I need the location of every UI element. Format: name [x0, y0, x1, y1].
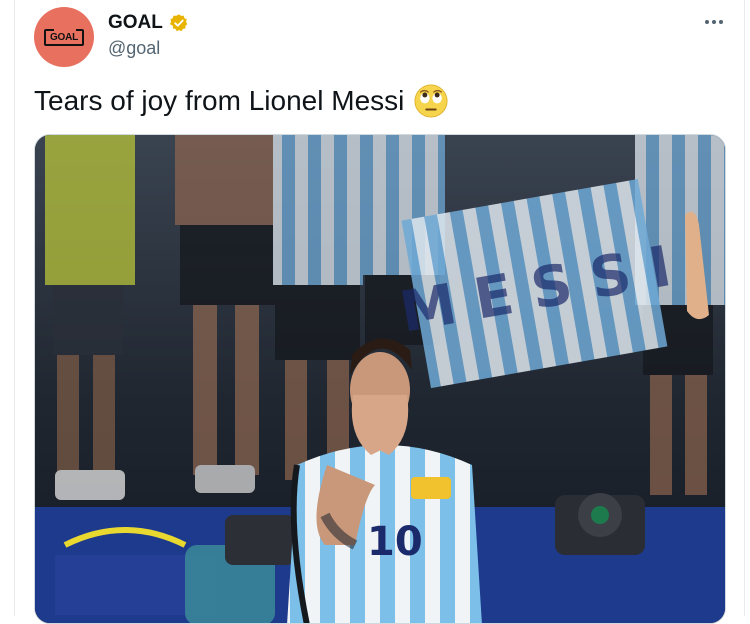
- shirt-number: 10: [367, 519, 423, 565]
- more-dot-icon: [719, 20, 723, 24]
- rolling-eyes-emoji-icon: [414, 84, 448, 118]
- display-name[interactable]: GOAL: [108, 12, 163, 34]
- tweet-text-content: Tears of joy from Lionel Messi: [34, 85, 405, 116]
- card-border-left: [14, 0, 15, 616]
- verified-badge-icon: [169, 14, 188, 32]
- card-border-right: [744, 0, 745, 616]
- more-dot-icon: [712, 20, 716, 24]
- tweet-text: Tears of joy from Lionel Messi: [34, 84, 448, 118]
- tweet-photo[interactable]: M E S S I 10: [34, 134, 726, 624]
- more-options-button[interactable]: [702, 12, 726, 32]
- handle[interactable]: @goal: [108, 38, 160, 59]
- more-dot-icon: [705, 20, 709, 24]
- goal-logo-icon: GOAL: [44, 28, 84, 46]
- messi-photo-illustration: M E S S I 10: [35, 135, 725, 623]
- avatar-text: GOAL: [49, 31, 79, 43]
- author-name-row[interactable]: GOAL: [108, 12, 189, 34]
- avatar[interactable]: GOAL: [34, 7, 94, 67]
